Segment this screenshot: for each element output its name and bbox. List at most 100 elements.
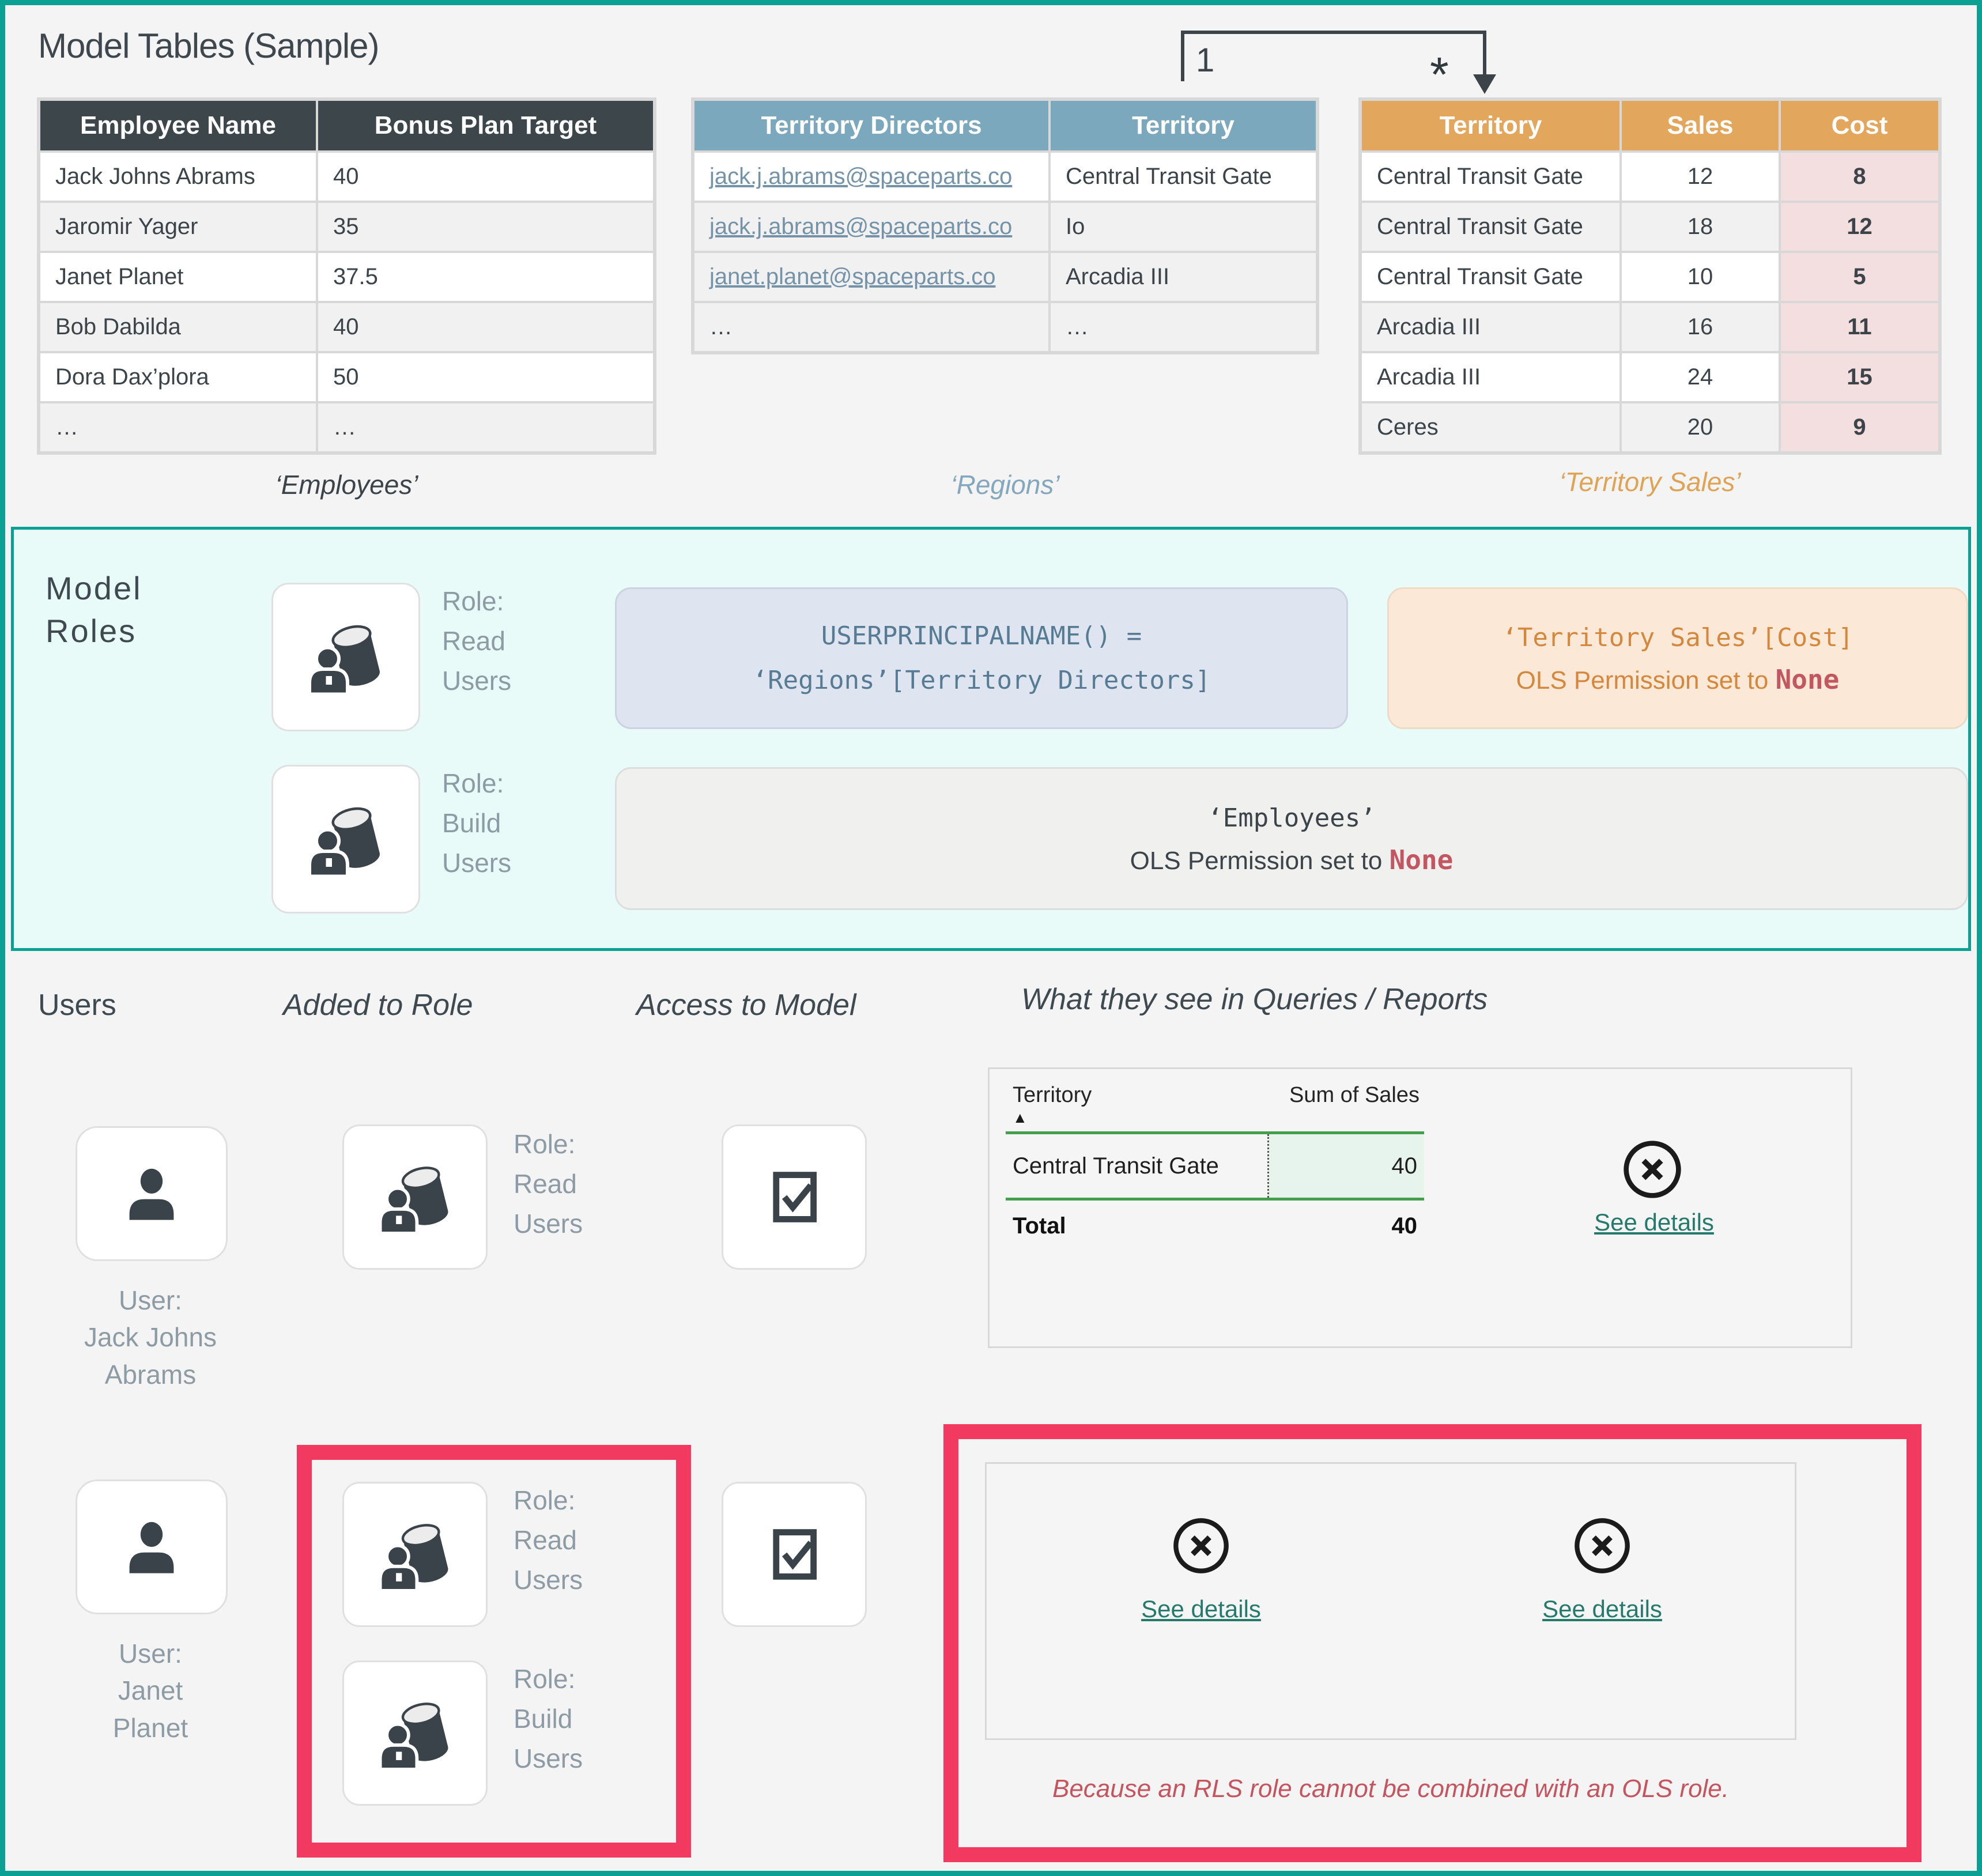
employee-name-cell: Janet Planet [40,253,316,301]
table-row: Jack Johns Abrams 40 [40,153,653,201]
see-details-link[interactable]: See details [1112,1595,1290,1623]
relationship-line-horizontal [1181,31,1486,34]
table-row: Dora Dax’plora 50 [40,353,653,401]
bonus-target-cell: 40 [318,303,653,351]
territory-sales-header-row: Territory Sales Cost [1362,101,1938,150]
pbi-total-row: Total 40 [1006,1201,1424,1239]
territory-sales-table: Territory Sales Cost Central Transit Gat… [1358,97,1942,455]
role-icon [303,614,389,700]
user-icon [117,1159,186,1228]
role-icon [373,1692,457,1775]
pbi-header-sum-of-sales[interactable]: Sum of Sales [1289,1083,1420,1108]
ols-none-value: None [1776,664,1840,695]
relationship-line-right [1483,31,1486,77]
role-icon [373,1156,457,1239]
ols-none-value: None [1390,844,1454,875]
rls-ols-conflict-note: Because an RLS role cannot be combined w… [985,1775,1796,1803]
see-details-link[interactable]: See details [1565,1209,1743,1236]
diagram-canvas: Model Tables (Sample) 1 * Employee Name … [0,0,1982,1876]
page-title: Model Tables (Sample) [38,26,379,66]
ols-cost-box: ‘Territory Sales’[Cost] OLS Permission s… [1387,587,1968,729]
role-read-users-card [342,1482,488,1627]
employee-name-cell: Bob Dabilda [40,303,316,351]
sales-cell: 10 [1622,253,1779,301]
users-column-header: Users [38,988,116,1022]
sales-header-territory: Territory [1362,101,1619,150]
table-row: Central Transit Gate 12 8 [1362,153,1938,201]
employee-name-cell: Jack Johns Abrams [40,153,316,201]
table-row: Central Transit Gate 10 5 [1362,253,1938,301]
employees-header-target: Bonus Plan Target [318,101,653,150]
user-janet-card [75,1479,228,1614]
error-circle-x-icon [1621,1138,1683,1203]
checked-checkbox-icon [760,1162,829,1232]
added-to-role-column-header: Added to Role [283,988,473,1022]
regions-caption: ‘Regions’ [691,469,1319,500]
sales-cell: 12 [1622,153,1779,201]
territory-cell: Central Transit Gate [1362,203,1619,251]
bonus-target-cell: 50 [318,353,653,401]
role-build-users-label: Role: Build Users [442,764,511,883]
queries-column-header: What they see in Queries / Reports [1021,982,1488,1017]
role-read-users-label: Role: Read Users [514,1481,583,1600]
table-row: Jaromir Yager 35 [40,203,653,251]
cost-cell: 12 [1781,203,1938,251]
ols-employees-box: ‘Employees’ OLS Permission set to None [615,767,1968,910]
ols-employees-permission: OLS Permission set to None [1130,840,1454,880]
director-email-link[interactable]: janet.planet@spaceparts.co [709,264,995,289]
employees-header-name: Employee Name [40,101,316,150]
table-row: Central Transit Gate 18 12 [1362,203,1938,251]
cost-cell: 5 [1781,253,1938,301]
table-row: Arcadia III 24 15 [1362,353,1938,401]
table-row: jack.j.abrams@spaceparts.co Central Tran… [694,153,1316,201]
role-read-users-label: Role: Read Users [442,582,511,701]
regions-header-territory: Territory [1051,101,1316,150]
director-cell: jack.j.abrams@spaceparts.co [694,203,1048,251]
territory-cell: Central Transit Gate [1362,253,1619,301]
cost-cell: 11 [1781,303,1938,351]
role-read-users-card [342,1124,488,1270]
checked-checkbox-icon [760,1520,829,1589]
ols-employees-object: ‘Employees’ [1207,797,1375,840]
territory-cell: Central Transit Gate [1362,153,1619,201]
regions-header-directors: Territory Directors [694,101,1048,150]
table-row: janet.planet@spaceparts.co Arcadia III [694,253,1316,301]
director-cell: janet.planet@spaceparts.co [694,253,1048,301]
pbi-header-territory[interactable]: Territory [1013,1083,1092,1108]
territory-cell: Central Transit Gate [1051,153,1316,201]
regions-header-row: Territory Directors Territory [694,101,1316,150]
table-row: Ceres 20 9 [1362,403,1938,451]
relationship-line-left [1181,31,1184,81]
role-build-users-label: Role: Build Users [514,1659,583,1779]
user-jack-card [75,1126,228,1261]
table-row: Janet Planet 37.5 [40,253,653,301]
rls-expression-box: USERPRINCIPALNAME() = ‘Regions’[Territor… [615,587,1348,729]
territory-cell: Arcadia III [1362,303,1619,351]
director-email-link[interactable]: jack.j.abrams@spaceparts.co [709,164,1012,189]
sales-cell: 24 [1622,353,1779,401]
director-email-link[interactable]: jack.j.abrams@spaceparts.co [709,214,1012,239]
territory-cell: Arcadia III [1362,353,1619,401]
table-row: Bob Dabilda 40 [40,303,653,351]
access-granted-card [722,1124,867,1270]
rls-expression-line1: USERPRINCIPALNAME() = [821,614,1142,658]
sales-header-sales: Sales [1622,101,1779,150]
table-row: … … [40,403,653,451]
employees-header-row: Employee Name Bonus Plan Target [40,101,653,150]
role-read-users-card [271,583,420,731]
access-to-model-column-header: Access to Model [636,988,856,1022]
user-icon [117,1512,186,1581]
role-build-users-card [271,765,420,914]
model-roles-title: Model Roles [46,567,142,652]
error-circle-x-icon [1171,1516,1231,1579]
user-janet-label: User: Janet Planet [41,1635,260,1746]
employee-name-cell: … [40,403,316,451]
see-details-link[interactable]: See details [1513,1595,1692,1623]
pbi-data-row: Central Transit Gate 40 [1006,1134,1424,1198]
territory-cell: Arcadia III [1051,253,1316,301]
director-cell: jack.j.abrams@spaceparts.co [694,153,1048,201]
access-granted-card [722,1482,867,1627]
ols-cost-permission: OLS Permission set to None [1516,660,1840,700]
bonus-target-cell: 35 [318,203,653,251]
relationship-arrow-icon [1473,74,1496,94]
